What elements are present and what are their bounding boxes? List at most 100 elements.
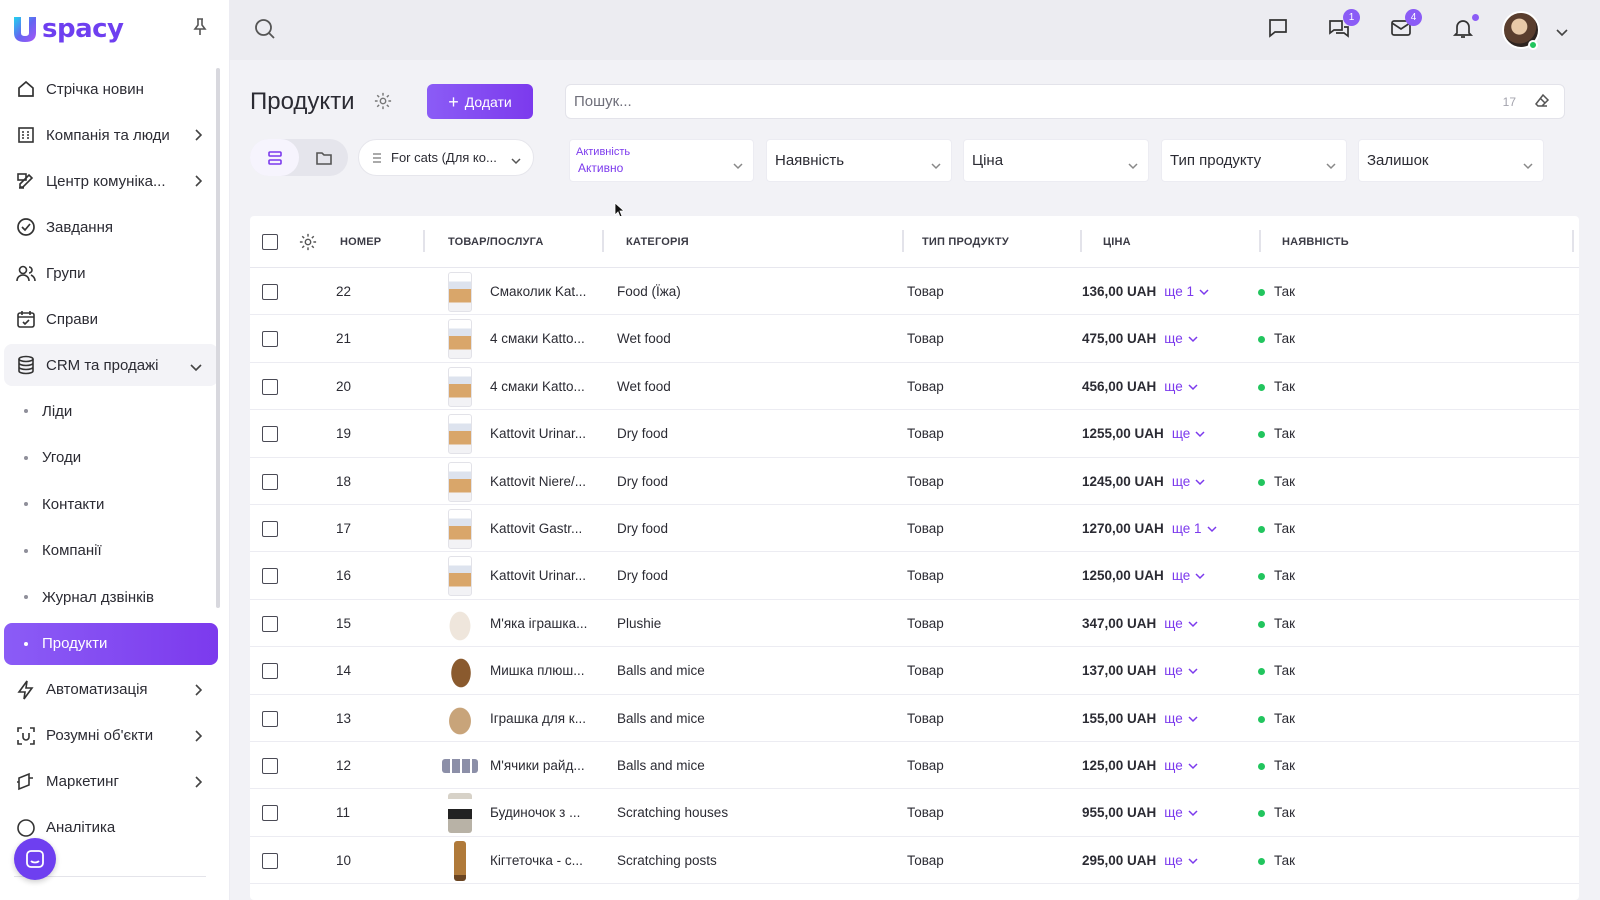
product-thumbnail[interactable] [448,509,472,549]
column-header-category[interactable]: КАТЕГОРІЯ [626,236,689,248]
more-prices-toggle[interactable]: ще [1164,379,1198,394]
mail-icon[interactable]: 4 [1390,9,1422,41]
more-prices-toggle[interactable]: ще [1164,616,1198,631]
product-thumbnail[interactable] [448,366,472,407]
table-row[interactable]: 13 Іграшка для к... Balls and mice Товар 155… [250,695,1579,742]
chat-icon[interactable]: 1 [1328,9,1360,41]
column-header-product[interactable]: ТОВАР/ПОСЛУГА [448,236,544,248]
row-checkbox[interactable] [262,426,278,443]
product-type-filter-select[interactable]: Тип продукту [1161,139,1347,182]
row-checkbox[interactable] [262,615,278,632]
search-icon[interactable] [254,18,276,45]
more-prices-toggle[interactable]: ще [1164,331,1198,346]
sidebar-item-crm[interactable]: CRM та продажі [4,344,218,386]
column-resize-handle[interactable] [1572,230,1574,252]
product-thumbnail[interactable] [454,840,466,881]
availability-filter-select[interactable]: Наявність [766,139,952,182]
support-chat-button[interactable] [14,838,56,880]
table-row[interactable]: 22 Смаколик Kat... Food (Їжа) Товар 136,00 U… [250,268,1579,316]
table-row[interactable]: 17 Kattovit Gastr... Dry food Товар 1270,00 … [250,505,1579,553]
more-prices-toggle[interactable]: ще [1164,663,1198,678]
table-row[interactable]: 14 Мишка плюш... Balls and mice Товар 137,00… [250,647,1579,695]
product-name-link[interactable]: Kattovit Urinar... [490,568,586,583]
activity-filter-select[interactable]: Активність Активно [569,139,754,182]
row-checkbox[interactable] [262,805,278,822]
sidebar-item-groups[interactable]: Групи [4,250,218,296]
chevron-down-icon[interactable] [1556,24,1568,42]
product-thumbnail[interactable] [448,556,472,597]
product-thumbnail[interactable] [442,759,478,773]
product-name-link[interactable]: Мишка плюш... [490,663,584,678]
column-resize-handle[interactable] [902,230,904,252]
sidebar-item-communication[interactable]: Центр комуніка... [4,158,218,204]
product-name-link[interactable]: М'яка іграшка... [490,616,587,631]
product-name-link[interactable]: Kattovit Niere/... [490,474,586,489]
row-checkbox[interactable] [262,710,278,727]
sidebar-subitem-products[interactable]: Продукти [4,622,218,665]
column-header-type[interactable]: ТИП ПРОДУКТУ [922,236,1009,248]
column-header-price[interactable]: ЦІНА [1103,236,1131,248]
product-name-link[interactable]: 4 смаки Katto... [490,379,585,394]
message-icon[interactable] [1267,17,1291,41]
column-header-number[interactable]: НОМЕР [340,236,381,248]
bell-icon[interactable] [1452,14,1479,41]
row-checkbox[interactable] [262,331,278,348]
product-name-link[interactable]: Іграшка для к... [490,711,586,726]
sidebar-item-affairs[interactable]: Справи [4,296,218,342]
table-row[interactable]: 12 М'ячики райд... Balls and mice Товар 125,… [250,742,1579,790]
stock-filter-select[interactable]: Залишок [1358,139,1544,182]
table-row[interactable]: 10 Кігтеточка - с... Scratching posts Товар… [250,837,1579,885]
sidebar-subitem-deals[interactable]: Угоди [4,435,218,482]
column-resize-handle[interactable] [1080,230,1082,252]
product-thumbnail[interactable] [448,461,472,502]
sidebar-item-smart-objects[interactable]: Розумні об'єкти [4,713,218,759]
product-thumbnail[interactable] [448,793,472,834]
column-resize-handle[interactable] [602,230,604,252]
add-product-button[interactable]: + Додати [427,84,533,119]
sidebar-item-marketing[interactable]: Маркетинг [4,759,218,805]
price-filter-select[interactable]: Ціна [963,139,1149,182]
more-prices-toggle[interactable]: ще [1172,474,1205,489]
search-input[interactable]: Пошук... 17 [565,84,1565,119]
product-thumbnail[interactable] [448,319,472,360]
row-checkbox[interactable] [262,568,278,585]
eraser-icon[interactable] [1534,93,1550,113]
list-view-button[interactable] [250,139,299,176]
more-prices-toggle[interactable]: ще [1164,805,1198,820]
gear-icon[interactable] [299,233,317,256]
sidebar-item-automation[interactable]: Автоматизація [4,667,218,713]
table-row[interactable]: 11 Будиночок з ... Scratching houses Товар 9… [250,789,1579,837]
gear-icon[interactable] [374,92,392,115]
row-checkbox[interactable] [262,852,278,869]
category-filter-select[interactable]: For cats (Для ко... [358,139,534,176]
product-name-link[interactable]: Kattovit Gastr... [490,521,582,536]
sidebar-subitem-contacts[interactable]: Контакти [4,481,218,528]
more-prices-toggle[interactable]: ще [1164,758,1198,773]
product-name-link[interactable]: Смаколик Kat... [490,284,586,299]
table-row[interactable]: 18 Kattovit Niere/... Dry food Товар 1245,00… [250,458,1579,505]
row-checkbox[interactable] [262,521,278,537]
more-prices-toggle[interactable]: ще [1172,568,1205,583]
row-checkbox[interactable] [262,284,278,300]
product-thumbnail[interactable] [448,272,472,312]
folder-view-button[interactable] [299,139,348,176]
row-checkbox[interactable] [262,663,278,680]
more-prices-toggle[interactable]: ще 1 [1164,284,1209,299]
logo[interactable]: spacy [10,12,124,46]
sidebar-scrollbar[interactable] [216,68,220,608]
select-all-checkbox[interactable] [262,234,278,250]
product-name-link[interactable]: М'ячики райд... [490,758,585,773]
product-thumbnail[interactable] [446,651,476,692]
table-row[interactable]: 15 М'яка іграшка... Plushie Товар 347,00 UAH… [250,600,1579,648]
row-checkbox[interactable] [262,758,278,774]
more-prices-toggle[interactable]: ще 1 [1172,521,1217,536]
product-name-link[interactable]: Будиночок з ... [490,805,580,820]
product-name-link[interactable]: 4 смаки Katto... [490,331,585,346]
more-prices-toggle[interactable]: ще [1164,711,1198,726]
sidebar-item-news[interactable]: Стрічка новин [4,66,218,112]
column-resize-handle[interactable] [1259,230,1261,252]
sidebar-item-tasks[interactable]: Завдання [4,204,218,250]
table-row[interactable]: 20 4 смаки Katto... Wet food Товар 456,00 UA… [250,363,1579,411]
more-prices-toggle[interactable]: ще [1172,426,1205,441]
product-name-link[interactable]: Kattovit Urinar... [490,426,586,441]
